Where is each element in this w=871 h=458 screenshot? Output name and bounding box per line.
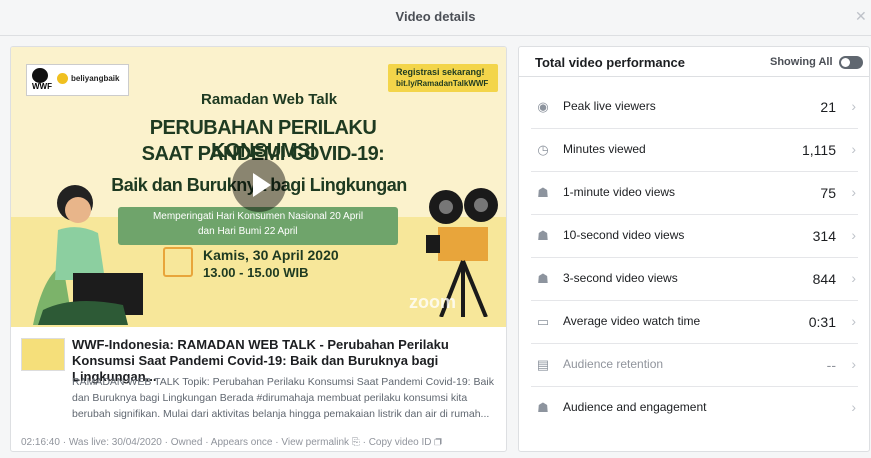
metric-label: Peak live viewers [563, 99, 656, 113]
view-permalink-link[interactable]: View permalink [281, 437, 349, 448]
metric-row-average-watch-time[interactable]: ▭ Average video watch time 0:31 › [531, 301, 858, 344]
was-live-date: Was live: 30/04/2020 [68, 437, 162, 448]
chevron-right-icon: › [851, 313, 856, 329]
calendar-icon [163, 247, 193, 277]
partner-logo-icon [57, 73, 68, 84]
meta-separator: · [59, 437, 69, 448]
event-date: Kamis, 30 April 2020 [203, 247, 339, 263]
metric-row-audience-retention[interactable]: ▤ Audience retention -- › [531, 344, 858, 387]
clock-icon: ◷ [537, 142, 549, 157]
audience-icon: ☗ [537, 400, 549, 415]
metric-row-10-second-views[interactable]: ☗ 10-second video views 314 › [531, 215, 858, 258]
metric-value: 1,115 [802, 142, 836, 158]
person-illustration [33, 185, 143, 325]
metric-row-1-minute-views[interactable]: ☗ 1-minute video views 75 › [531, 172, 858, 215]
performance-panel: Total video performance Showing All ◉ Pe… [518, 46, 870, 452]
metric-value: 314 [812, 228, 836, 244]
people-icon: ☗ [537, 228, 549, 243]
chevron-right-icon: › [851, 184, 856, 200]
owned-label: Owned [170, 437, 203, 448]
metric-row-minutes-viewed[interactable]: ◷ Minutes viewed 1,115 › [531, 129, 858, 172]
zoom-watermark: zoom [409, 292, 456, 312]
thumbnail-subtitle: Ramadan Web Talk [201, 91, 338, 108]
registration-label: Registrasi sekarang! [396, 67, 485, 77]
chevron-right-icon: › [851, 227, 856, 243]
metric-row-3-second-views[interactable]: ☗ 3-second video views 844 › [531, 258, 858, 301]
video-description: RAMADAN WEB TALK Topik: Perubahan Perila… [72, 376, 494, 420]
video-thumbnail[interactable]: WWF beliyangbaik Registrasi sekarang! bi… [11, 47, 506, 327]
video-icon: ▭ [536, 314, 550, 329]
metric-value: -- [826, 357, 836, 373]
chevron-right-icon: › [851, 399, 856, 415]
chevron-right-icon: › [851, 98, 856, 114]
metric-label: Audience retention [563, 357, 664, 371]
metric-label: Audience and engagement [563, 400, 707, 414]
meta-separator: · [359, 437, 369, 448]
metric-label: Average video watch time [563, 314, 701, 328]
metric-value: 21 [820, 99, 836, 115]
wwf-logo: WWF [32, 82, 52, 91]
dialog-title: Video details [395, 9, 476, 24]
performance-title: Total video performance [535, 55, 686, 70]
metric-row-audience-engagement[interactable]: ☗ Audience and engagement › [531, 387, 858, 430]
film-icon: ▤ [536, 357, 550, 372]
partner-logo: beliyangbaik [71, 74, 120, 83]
meta-separator: · [161, 437, 171, 448]
metric-label: 10-second video views [563, 228, 685, 242]
metric-label: Minutes viewed [563, 142, 646, 156]
toggle-knob [841, 58, 850, 67]
metric-label: 1-minute video views [563, 185, 676, 199]
registration-link: bit.ly/RamadanTalkWWF [396, 79, 489, 88]
showing-all-label: Showing All [770, 56, 833, 68]
metric-value: 0:31 [808, 314, 836, 330]
video-meta: 02:16:40 · Was live: 30/04/2020 · Owned … [21, 437, 501, 448]
band-line-2: dan Hari Bumi 22 April [198, 226, 298, 237]
people-icon: ☗ [537, 185, 549, 200]
thumbnail-band: Memperingati Hari Konsumen Nasional 20 A… [118, 207, 398, 245]
metric-value: 75 [820, 185, 836, 201]
band-line-1: Memperingati Hari Konsumen Nasional 20 A… [152, 211, 364, 222]
video-mini-thumbnail [21, 338, 65, 371]
chevron-right-icon: › [851, 141, 856, 157]
performance-header: Total video performance Showing All [519, 47, 869, 77]
close-icon[interactable]: ✕ [855, 9, 869, 23]
play-icon [253, 173, 271, 197]
registration-box: Registrasi sekarang! bit.ly/RamadanTalkW… [388, 64, 498, 92]
chevron-right-icon: › [851, 270, 856, 286]
meta-separator: · [202, 437, 211, 448]
link-icon: ⎘ [351, 437, 360, 448]
event-time: 13.00 - 15.00 WIB [203, 265, 309, 280]
logo-box: WWF beliyangbaik [26, 64, 129, 96]
appears-label: Appears once [210, 437, 273, 448]
video-duration: 02:16:40 [21, 437, 60, 448]
copy-video-id-link[interactable]: Copy video ID [369, 437, 432, 448]
eye-icon: ◉ [537, 99, 549, 114]
metric-row-peak-live-viewers[interactable]: ◉ Peak live viewers 21 › [531, 86, 858, 129]
chevron-right-icon: › [851, 356, 856, 372]
people-icon: ☗ [537, 271, 549, 286]
showing-all-toggle[interactable] [839, 56, 863, 69]
dialog-header: Video details ✕ [0, 0, 871, 36]
copy-icon: ❐ [434, 437, 442, 448]
metric-value: 844 [812, 271, 836, 287]
metric-label: 3-second video views [563, 271, 678, 285]
play-button[interactable] [232, 158, 286, 212]
video-panel: WWF beliyangbaik Registrasi sekarang! bi… [10, 46, 507, 452]
